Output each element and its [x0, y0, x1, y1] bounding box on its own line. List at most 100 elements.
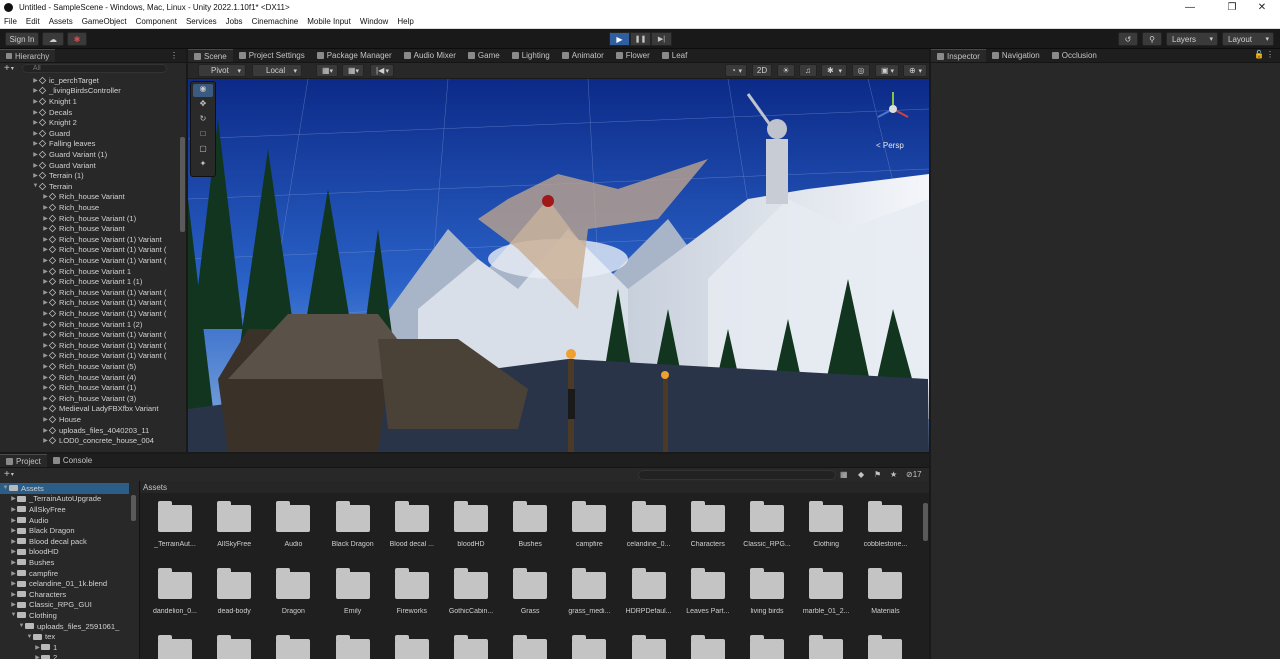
- tree-arrow-icon[interactable]: ▼: [10, 612, 17, 618]
- hierarchy-item[interactable]: ▶ ic_perchTarget: [0, 75, 178, 86]
- asset-folder[interactable]: [444, 635, 498, 659]
- transform-tool-icon[interactable]: ✦: [193, 159, 213, 172]
- collapsed-arrow-icon[interactable]: ▶: [42, 384, 49, 391]
- hierarchy-item[interactable]: ▶ uploads_files_4040203_11: [0, 425, 178, 436]
- asset-folder[interactable]: grass_medi...: [562, 568, 616, 620]
- hierarchy-item[interactable]: ▶ Rich_house Variant 1 (1): [0, 276, 178, 287]
- hierarchy-item[interactable]: ▶ Rich_house Variant (1) Variant (: [0, 298, 178, 309]
- history-icon[interactable]: ↺: [1118, 32, 1138, 46]
- rotate-tool-icon[interactable]: ↻: [193, 114, 213, 127]
- project-tree-item[interactable]: ▶ Characters: [0, 589, 129, 600]
- draw-mode-icon[interactable]: ◔: [725, 64, 747, 77]
- project-tree-item[interactable]: ▶ Classic_RPG_GUI: [0, 600, 129, 611]
- hierarchy-item[interactable]: ▶ Falling leaves: [0, 139, 178, 150]
- create-icon[interactable]: +: [4, 469, 10, 480]
- view-tool-icon[interactable]: ◉: [193, 84, 213, 97]
- project-tree-item[interactable]: ▼ Assets: [0, 483, 129, 494]
- tree-arrow-icon[interactable]: ▶: [34, 644, 41, 651]
- hierarchy-item[interactable]: ▶ LOD0_concrete_house_004: [0, 435, 178, 446]
- hierarchy-item[interactable]: ▶ _livingBirdsController: [0, 86, 178, 97]
- tree-arrow-icon[interactable]: ▶: [10, 559, 17, 566]
- hierarchy-item[interactable]: ▶ Knight 1: [0, 96, 178, 107]
- hierarchy-item[interactable]: ▶ Rich_house Variant (5): [0, 361, 178, 372]
- tree-scrollbar[interactable]: [131, 495, 136, 521]
- project-search-input[interactable]: [638, 469, 836, 480]
- collab-icon[interactable]: ✱: [67, 32, 87, 46]
- tab-flower[interactable]: Flower: [610, 49, 656, 62]
- tab-project[interactable]: Project: [0, 454, 47, 467]
- menu-item-help[interactable]: Help: [397, 17, 413, 26]
- hierarchy-item[interactable]: ▶ Rich_house Variant (3): [0, 393, 178, 404]
- tab-lighting[interactable]: Lighting: [506, 49, 556, 62]
- asset-folder[interactable]: Bushes: [503, 501, 557, 553]
- hierarchy-item[interactable]: ▶ Rich_house: [0, 202, 178, 213]
- gizmos-icon[interactable]: ⊕: [903, 64, 927, 77]
- lighting-toggle-icon[interactable]: ☀: [777, 64, 795, 77]
- tree-arrow-icon[interactable]: ▼: [26, 634, 33, 640]
- pivot-dropdown[interactable]: Pivot: [198, 64, 246, 77]
- menu-item-cinemachine[interactable]: Cinemachine: [252, 17, 299, 26]
- asset-folder[interactable]: GothicCabin...: [444, 568, 498, 620]
- hierarchy-item[interactable]: ▶ Rich_house Variant (4): [0, 372, 178, 383]
- tree-arrow-icon[interactable]: ▶: [10, 601, 17, 608]
- tab-inspector[interactable]: Inspector: [931, 49, 986, 62]
- filter-type-icon[interactable]: ▦: [840, 470, 848, 479]
- effects-icon[interactable]: ✱: [821, 64, 847, 77]
- asset-folder[interactable]: [266, 635, 320, 659]
- collapsed-arrow-icon[interactable]: ▶: [42, 405, 49, 412]
- tree-arrow-icon[interactable]: ▼: [2, 485, 9, 491]
- hierarchy-item[interactable]: ▶ Rich_house Variant (1) Variant (: [0, 340, 178, 351]
- cloud-icon[interactable]: ☁: [42, 32, 64, 46]
- tab-animator[interactable]: Animator: [556, 49, 610, 62]
- asset-folder[interactable]: _TerrainAut...: [148, 501, 202, 553]
- play-icon[interactable]: ▶: [609, 32, 630, 46]
- step-icon[interactable]: ▶|: [651, 32, 672, 46]
- tab-leaf[interactable]: Leaf: [656, 49, 694, 62]
- hierarchy-item[interactable]: ▶ Rich_house Variant 1: [0, 266, 178, 277]
- hierarchy-item[interactable]: ▶ House: [0, 414, 178, 425]
- asset-folder[interactable]: Classic_RPG...: [740, 501, 794, 553]
- project-tree-item[interactable]: ▶ Bushes: [0, 557, 129, 568]
- search-icon[interactable]: ⚲: [1142, 32, 1162, 46]
- scale-tool-icon[interactable]: □: [193, 129, 213, 142]
- collapsed-arrow-icon[interactable]: ▶: [42, 352, 49, 359]
- snap-increment-icon[interactable]: ▦: [342, 64, 364, 77]
- project-tree-item[interactable]: ▶ AllSkyFree: [0, 504, 129, 515]
- asset-folder[interactable]: [681, 635, 735, 659]
- project-tree-item[interactable]: ▶ celandine_01_1k.blend: [0, 578, 129, 589]
- collapsed-arrow-icon[interactable]: ▶: [42, 299, 49, 306]
- asset-folder[interactable]: Dragon: [266, 568, 320, 620]
- project-tree-item[interactable]: ▶ campfire: [0, 568, 129, 579]
- tab-package-manager[interactable]: Package Manager: [311, 49, 398, 62]
- favorite-icon[interactable]: ★: [890, 470, 897, 479]
- tree-arrow-icon[interactable]: ▶: [10, 591, 17, 598]
- assets-scrollbar[interactable]: [923, 503, 928, 541]
- collapsed-arrow-icon[interactable]: ▶: [32, 119, 39, 126]
- close-icon[interactable]: ✕: [1244, 0, 1280, 15]
- tree-arrow-icon[interactable]: ▶: [10, 548, 17, 555]
- project-tree-item[interactable]: ▶ 1: [0, 642, 129, 653]
- hierarchy-item[interactable]: ▶ Rich_house Variant (1): [0, 382, 178, 393]
- tree-arrow-icon[interactable]: ▶: [10, 506, 17, 513]
- audio-toggle-icon[interactable]: ♫: [799, 64, 817, 77]
- move-tool-icon[interactable]: ✥: [193, 99, 213, 112]
- asset-folder[interactable]: [385, 635, 439, 659]
- snap-icon[interactable]: |◀: [370, 64, 394, 77]
- tab-audio-mixer[interactable]: Audio Mixer: [398, 49, 462, 62]
- hierarchy-item[interactable]: ▶ Guard Variant (1): [0, 149, 178, 160]
- local-dropdown[interactable]: Local: [252, 64, 302, 77]
- asset-folder[interactable]: [740, 635, 794, 659]
- hierarchy-item[interactable]: ▶ Knight 2: [0, 117, 178, 128]
- hierarchy-item[interactable]: ▶ Guard: [0, 128, 178, 139]
- collapsed-arrow-icon[interactable]: ▶: [32, 140, 39, 147]
- hierarchy-item[interactable]: ▶ Rich_house Variant (1) Variant (: [0, 351, 178, 362]
- asset-folder[interactable]: Emily: [326, 568, 380, 620]
- asset-folder[interactable]: Blood decal ...: [385, 501, 439, 553]
- menu-item-component[interactable]: Component: [136, 17, 177, 26]
- tab-project-settings[interactable]: Project Settings: [233, 49, 311, 62]
- orientation-gizmo[interactable]: [873, 89, 913, 129]
- collapsed-arrow-icon[interactable]: ▶: [42, 225, 49, 232]
- asset-folder[interactable]: marble_01_2...: [799, 568, 853, 620]
- asset-folder[interactable]: living birds: [740, 568, 794, 620]
- menu-item-mobile-input[interactable]: Mobile Input: [307, 17, 351, 26]
